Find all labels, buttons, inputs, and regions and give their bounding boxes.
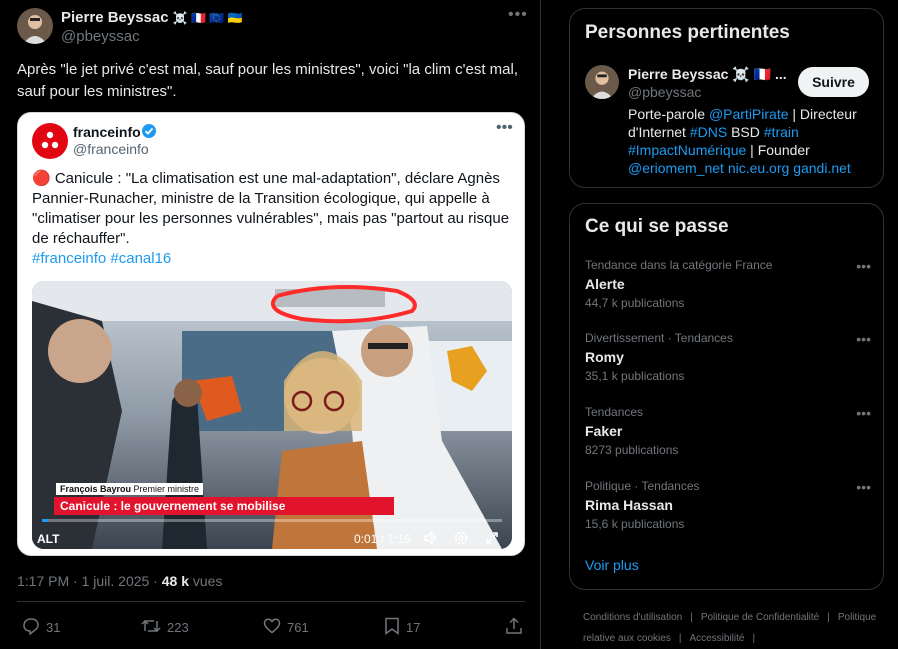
lower-third-name: François Bayrou Premier ministre: [56, 483, 204, 495]
person-bio: Porte-parole @PartiPirate | Directeur d'…: [628, 105, 873, 177]
alt-badge[interactable]: ALT: [37, 532, 59, 546]
author-name[interactable]: Pierre Beyssac ☠️ 🇫🇷 🇪🇺 🇺🇦: [61, 9, 243, 26]
panel-title: Ce qui se passe: [585, 216, 729, 237]
divider: [17, 601, 525, 602]
reply-icon: [22, 617, 40, 638]
relevant-people-panel: Personnes pertinentes Pierre Beyssac ☠️ …: [569, 8, 884, 188]
trend-item[interactable]: Divertissement · Tendances Romy 35,1 k p…: [585, 331, 875, 383]
trend-name: Rima Hassan: [585, 497, 673, 513]
bio-text: Porte-parole: [628, 106, 709, 122]
bio-link[interactable]: #DNS: [690, 124, 727, 140]
person-name[interactable]: Pierre Beyssac ☠️ 🇫🇷 ...: [628, 66, 787, 83]
footer-link[interactable]: Conditions d'utilisation: [583, 612, 682, 623]
trend-category: Divertissement · Tendances: [585, 331, 733, 345]
bookmark-count: 17: [406, 620, 421, 635]
quote-author-handle[interactable]: @franceinfo: [73, 141, 149, 157]
reply-count: 31: [46, 620, 61, 635]
volume-icon[interactable]: [422, 529, 440, 549]
trend-count: 15,6 k publications: [585, 517, 685, 531]
reply-button[interactable]: 31: [22, 617, 60, 638]
view-label: vues: [189, 573, 223, 589]
see-more-link[interactable]: Voir plus: [585, 557, 639, 573]
footer-links: Conditions d'utilisation | Politique de Co…: [583, 607, 883, 649]
trend-category: Politique · Tendances: [585, 479, 700, 493]
more-icon[interactable]: •••: [856, 258, 871, 274]
footer-separator: |: [690, 612, 693, 623]
quote-text: 🔴 Canicule : "La climatisation est une m…: [32, 170, 510, 247]
tweet-time[interactable]: 1:17 PM · 1 juil. 2025 ·: [17, 573, 162, 589]
video-progress-fill: [42, 519, 48, 522]
follow-button[interactable]: Suivre: [798, 67, 869, 97]
like-button[interactable]: 761: [263, 617, 309, 638]
share-icon: [505, 617, 523, 638]
author-emojis: ☠️ 🇫🇷 🇪🇺 🇺🇦: [172, 11, 243, 25]
trend-category: Tendances: [585, 405, 644, 419]
author-handle[interactable]: @pbeyssac: [61, 28, 140, 45]
trend-item[interactable]: Politique · Tendances Rima Hassan 15,6 k…: [585, 479, 875, 531]
bio-link[interactable]: @PartiPirate: [709, 106, 789, 122]
more-icon[interactable]: •••: [856, 479, 871, 495]
like-count: 761: [287, 620, 309, 635]
main-column: Pierre Beyssac ☠️ 🇫🇷 🇪🇺 🇺🇦 @pbeyssac •••…: [0, 0, 541, 649]
trend-name: Alerte: [585, 276, 625, 292]
repost-count: 223: [167, 620, 189, 635]
more-icon[interactable]: •••: [856, 405, 871, 421]
more-icon[interactable]: •••: [508, 6, 528, 24]
footer-separator: |: [752, 633, 756, 644]
trend-count: 35,1 k publications: [585, 369, 685, 383]
trends-panel: Ce qui se passe Tendance dans la catégor…: [569, 203, 884, 590]
bio-link[interactable]: gandi.net: [793, 160, 851, 176]
trend-category: Tendance dans la catégorie France: [585, 258, 773, 272]
lower-third-role: Premier ministre: [131, 484, 200, 494]
footer-link[interactable]: Politique de Confidentialité: [701, 612, 819, 623]
lower-third-person: François Bayrou: [60, 484, 132, 494]
bookmark-icon: [384, 617, 400, 638]
like-icon: [263, 617, 281, 638]
bio-text: | Founder: [746, 142, 810, 158]
video-progress-bar[interactable]: [42, 519, 502, 522]
quote-author-name[interactable]: franceinfo: [73, 124, 141, 140]
trend-name: Romy: [585, 349, 624, 365]
bookmark-button[interactable]: 17: [384, 617, 420, 638]
author-avatar[interactable]: [17, 8, 53, 44]
more-icon[interactable]: •••: [856, 331, 871, 347]
repost-icon: [141, 617, 161, 638]
trend-count: 8273 publications: [585, 443, 679, 457]
settings-icon[interactable]: [452, 529, 470, 549]
bio-link[interactable]: nic.eu.org: [728, 160, 789, 176]
bio-link[interactable]: #ImpactNumérique: [628, 142, 746, 158]
footer-link[interactable]: Accessibilité: [689, 633, 744, 644]
lower-third-title: Canicule : le gouvernement se mobilise: [54, 497, 394, 515]
author-name-text[interactable]: Pierre Beyssac: [61, 9, 169, 26]
bio-link[interactable]: #train: [764, 124, 799, 140]
more-icon[interactable]: •••: [496, 119, 513, 137]
trend-name: Faker: [585, 423, 623, 439]
trend-item[interactable]: Tendances Faker 8273 publications •••: [585, 405, 875, 457]
fullscreen-icon[interactable]: [483, 529, 501, 549]
person-handle[interactable]: @pbeyssac: [628, 84, 701, 100]
video-player[interactable]: François Bayrou Premier ministre Canicul…: [32, 281, 512, 549]
trend-count: 44,7 k publications: [585, 296, 685, 310]
trend-item[interactable]: Tendance dans la catégorie France Alerte…: [585, 258, 875, 310]
view-count: 48 k: [161, 573, 189, 589]
footer-separator: |: [827, 612, 830, 623]
share-button[interactable]: [505, 617, 523, 638]
repost-button[interactable]: 223: [141, 617, 189, 638]
bio-text: BSD: [727, 124, 764, 140]
franceinfo-logo[interactable]: [32, 123, 68, 159]
quote-hashtags[interactable]: #franceinfo #canal16: [32, 250, 171, 267]
tweet-text: Après "le jet privé c'est mal, sauf pour…: [17, 61, 519, 100]
video-timecode: 0:01 / 1:16: [354, 532, 411, 546]
panel-title: Personnes pertinentes: [585, 22, 790, 43]
tweet-meta: 1:17 PM · 1 juil. 2025 · 48 k vues: [17, 573, 222, 589]
footer-separator: |: [678, 633, 682, 644]
bio-link[interactable]: @eriomem_net: [628, 160, 724, 176]
person-avatar[interactable]: [585, 65, 619, 99]
quoted-tweet[interactable]: franceinfo @franceinfo ••• 🔴 Canicule : …: [17, 112, 525, 556]
